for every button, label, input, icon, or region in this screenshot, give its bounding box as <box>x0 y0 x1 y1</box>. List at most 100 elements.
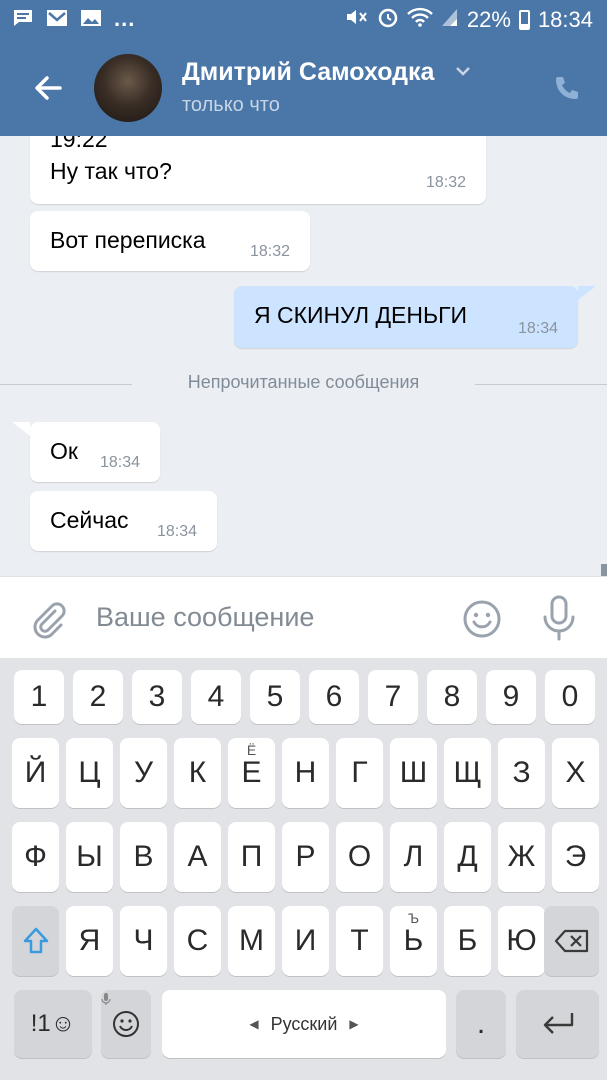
bubble-tail <box>12 422 30 436</box>
key-digit[interactable]: 0 <box>545 670 595 724</box>
key-letter[interactable]: В <box>120 822 167 892</box>
paperclip-icon[interactable] <box>28 599 68 639</box>
scrollbar[interactable] <box>601 564 607 576</box>
key-digit[interactable]: 8 <box>427 670 477 724</box>
key-letter[interactable]: Ч <box>120 906 167 976</box>
key-digit[interactable]: 4 <box>191 670 241 724</box>
phone-icon[interactable] <box>551 74 581 104</box>
key-digit[interactable]: 7 <box>368 670 418 724</box>
wifi-icon <box>407 7 433 33</box>
key-letter[interactable]: У <box>120 738 167 808</box>
key-letter[interactable]: К <box>174 738 221 808</box>
key-letter[interactable]: П <box>228 822 275 892</box>
message-time: 18:34 <box>156 523 197 540</box>
enter-key[interactable] <box>516 990 599 1058</box>
status-bar: ... 22% 18:34 <box>0 0 607 40</box>
key-mic-hint-icon <box>101 992 151 1006</box>
key-letter[interactable]: Ц <box>66 738 113 808</box>
message-text: Ну так что? <box>50 158 172 184</box>
key-letter[interactable]: Й <box>12 738 59 808</box>
message-bubble-incoming[interactable]: Вот переписка 18:32 <box>30 211 310 271</box>
period-key[interactable]: . <box>456 990 506 1058</box>
message-time: 18:34 <box>99 454 140 471</box>
key-letter[interactable]: Ж <box>498 822 545 892</box>
key-label: Ь <box>403 924 424 957</box>
key-digit[interactable]: 6 <box>309 670 359 724</box>
key-hint: Ё <box>246 742 257 758</box>
symbols-key[interactable]: !1☺ <box>14 990 92 1058</box>
key-letter[interactable]: А <box>174 822 221 892</box>
key-letter[interactable]: Д <box>444 822 491 892</box>
key-letter[interactable]: О <box>336 822 383 892</box>
alarm-icon <box>377 6 399 34</box>
chat-header: Дмитрий Самоходка только что <box>0 40 607 136</box>
message-partial-text: 19:22 <box>50 136 108 152</box>
key-letter[interactable]: Л <box>390 822 437 892</box>
key-digit[interactable]: 3 <box>132 670 182 724</box>
message-bubble-incoming[interactable]: Ок 18:34 <box>30 422 160 482</box>
space-key[interactable]: ◀ Русский ▶ <box>162 990 446 1058</box>
gallery-notification-icon <box>80 9 102 32</box>
message-list[interactable]: 19:22 Ну так что? 18:32 Вот переписка 18… <box>0 136 607 576</box>
key-letter-e[interactable]: Ё Е <box>228 738 275 808</box>
key-letter[interactable]: С <box>174 906 221 976</box>
key-letter[interactable]: Т <box>336 906 383 976</box>
message-input[interactable] <box>96 595 436 639</box>
chevron-down-icon[interactable] <box>454 62 472 80</box>
key-letter[interactable]: Э <box>552 822 599 892</box>
key-letter[interactable]: И <box>282 906 329 976</box>
composer-bar <box>0 576 607 658</box>
key-letter[interactable]: Ю <box>498 906 545 976</box>
key-letter-soft-sign[interactable]: Ъ Ь <box>390 906 437 976</box>
key-digit[interactable]: 1 <box>14 670 64 724</box>
more-notifications: ... <box>114 5 136 31</box>
message-time: 18:32 <box>249 243 290 260</box>
caret-right-icon: ▶ <box>349 1017 359 1031</box>
backspace-key[interactable] <box>544 906 599 976</box>
key-digit[interactable]: 2 <box>73 670 123 724</box>
on-screen-keyboard: 1 2 3 4 5 6 7 8 9 0 Й Ц У К Ё Е Н Г Ш Щ … <box>0 658 607 1080</box>
key-digit[interactable]: 9 <box>486 670 536 724</box>
divider-line <box>475 384 607 385</box>
key-letter[interactable]: Я <box>66 906 113 976</box>
message-text: Сейчас <box>50 507 129 533</box>
backspace-icon <box>554 929 590 953</box>
avatar[interactable] <box>94 54 162 122</box>
caret-left-icon: ◀ <box>249 1017 259 1031</box>
enter-icon <box>538 1010 578 1038</box>
key-letter[interactable]: М <box>228 906 275 976</box>
key-letter[interactable]: З <box>498 738 545 808</box>
emoji-icon[interactable] <box>462 599 502 639</box>
key-letter[interactable]: Х <box>552 738 599 808</box>
emoji-keyboard-icon <box>111 1009 141 1039</box>
signal-icon <box>441 7 459 33</box>
battery-percent: 22% <box>466 7 511 32</box>
key-letter[interactable]: Н <box>282 738 329 808</box>
key-hint: Ъ <box>407 910 420 926</box>
key-letter[interactable]: Ф <box>12 822 59 892</box>
unread-divider: Непрочитанные сообщения <box>0 372 607 396</box>
battery-icon <box>518 10 530 30</box>
back-arrow-icon[interactable] <box>30 70 66 106</box>
key-letter[interactable]: Щ <box>444 738 491 808</box>
message-bubble-incoming[interactable]: 19:22 Ну так что? 18:32 <box>30 136 486 204</box>
emoji-key[interactable] <box>101 990 151 1058</box>
message-bubble-outgoing[interactable]: Я СКИНУЛ ДЕНЬГИ 18:34 <box>234 286 578 348</box>
space-key-label: Русский <box>270 1013 338 1034</box>
mute-icon <box>345 7 369 33</box>
key-letter[interactable]: Г <box>336 738 383 808</box>
key-letter[interactable]: Б <box>444 906 491 976</box>
key-digit[interactable]: 5 <box>250 670 300 724</box>
microphone-icon[interactable] <box>541 595 577 641</box>
unread-divider-label: Непрочитанные сообщения <box>187 372 420 392</box>
shift-key[interactable] <box>12 906 59 976</box>
contact-name[interactable]: Дмитрий Самоходка <box>182 58 434 87</box>
clock: 18:34 <box>537 7 593 32</box>
key-letter[interactable]: Р <box>282 822 329 892</box>
message-notification-icon <box>12 8 34 33</box>
message-text: Ок <box>50 438 78 464</box>
key-letter[interactable]: Ы <box>66 822 113 892</box>
message-text: Вот переписка <box>50 227 206 253</box>
message-bubble-incoming[interactable]: Сейчас 18:34 <box>30 491 217 551</box>
key-letter[interactable]: Ш <box>390 738 437 808</box>
